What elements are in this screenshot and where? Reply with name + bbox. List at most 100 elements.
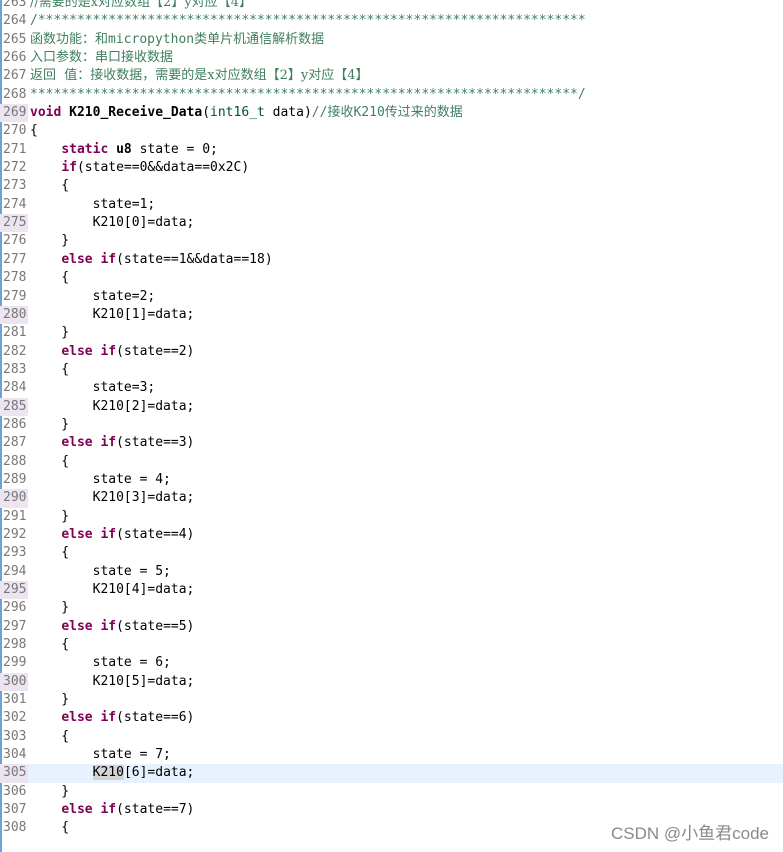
code-line[interactable]: 301 }	[0, 691, 783, 709]
code-line[interactable]: 274 state=1;	[0, 196, 783, 214]
code-line[interactable]: 263//需要的是x对应数组【2】y对应【4】	[0, 0, 783, 12]
code-text[interactable]: /***************************************…	[28, 12, 586, 30]
code-text[interactable]: {	[28, 361, 69, 379]
line-number: 280	[0, 305, 28, 325]
code-line[interactable]: 266 入口参数：串口接收数据	[0, 49, 783, 67]
code-line[interactable]: 303 {	[0, 728, 783, 746]
code-line[interactable]: 286 }	[0, 416, 783, 434]
code-area[interactable]: 263//需要的是x对应数组【2】y对应【4】 264/*************…	[0, 0, 783, 838]
code-text[interactable]: state = 7;	[28, 746, 171, 764]
code-text[interactable]: }	[28, 232, 69, 250]
code-line[interactable]: 293 {	[0, 544, 783, 562]
code-line[interactable]: 304 state = 7;	[0, 746, 783, 764]
code-text[interactable]: }	[28, 783, 69, 801]
code-line[interactable]: 299 state = 6;	[0, 654, 783, 672]
line-number: 290	[0, 489, 28, 508]
code-line[interactable]: 296 }	[0, 599, 783, 617]
code-text[interactable]: else if(state==6)	[28, 709, 194, 727]
code-text[interactable]: }	[28, 599, 69, 617]
code-line[interactable]: 283 {	[0, 361, 783, 379]
code-line[interactable]: 287 else if(state==3)	[0, 434, 783, 452]
code-text[interactable]: void K210_Receive_Data(int16_t data)//接收…	[28, 104, 463, 122]
code-line[interactable]: 295 K210[4]=data;	[0, 581, 783, 600]
code-line[interactable]: 281 }	[0, 324, 783, 342]
code-text[interactable]: {	[28, 453, 69, 471]
code-text[interactable]: K210[6]=data;	[28, 764, 194, 782]
code-line[interactable]: 268 *************************************…	[0, 86, 783, 104]
line-number: 275	[0, 214, 28, 233]
code-line[interactable]: 278 {	[0, 269, 783, 287]
code-text[interactable]: K210[1]=data;	[28, 306, 195, 324]
code-text[interactable]: {	[28, 544, 69, 562]
code-text[interactable]: }	[28, 416, 69, 434]
code-line[interactable]: 298 {	[0, 636, 783, 654]
line-number: 263	[3, 0, 27, 10]
code-line[interactable]: 292 else if(state==4)	[0, 526, 783, 544]
code-text[interactable]: state=2;	[28, 288, 156, 306]
code-line[interactable]: 273 {	[0, 177, 783, 195]
code-text[interactable]: else if(state==7)	[28, 801, 194, 819]
code-text[interactable]: state=3;	[28, 379, 156, 397]
code-text[interactable]: 函数功能：和micropython类单片机通信解析数据	[28, 31, 324, 49]
code-text[interactable]: 返回 值：接收数据，需要的是x对应数组【2】y对应【4】	[28, 67, 368, 85]
code-line[interactable]: 288 {	[0, 453, 783, 471]
code-line[interactable]: 264/************************************…	[0, 12, 783, 30]
code-line[interactable]: 297 else if(state==5)	[0, 618, 783, 636]
code-text[interactable]: state = 6;	[28, 654, 171, 672]
code-line[interactable]: 291 }	[0, 508, 783, 526]
code-text[interactable]: else if(state==5)	[28, 618, 194, 636]
code-line[interactable]: 284 state=3;	[0, 379, 783, 397]
line-number: 298	[3, 637, 27, 653]
code-text[interactable]: K210[2]=data;	[28, 398, 195, 416]
code-line[interactable]: 294 state = 5;	[0, 563, 783, 581]
code-text[interactable]: K210[0]=data;	[28, 214, 195, 232]
code-text[interactable]: {	[28, 728, 69, 746]
code-line[interactable]: 272 if(state==0&&data==0x2C)	[0, 159, 783, 177]
line-number: 269	[0, 104, 28, 123]
line-number: 287	[3, 435, 27, 451]
code-line[interactable]: 307 else if(state==7)	[0, 801, 783, 819]
code-line[interactable]: 306 }	[0, 783, 783, 801]
code-text[interactable]: }	[28, 324, 69, 342]
code-line[interactable]: 269 void K210_Receive_Data(int16_t data)/…	[0, 104, 783, 123]
code-text[interactable]: {	[28, 819, 69, 837]
code-text[interactable]: }	[28, 508, 69, 526]
code-text[interactable]: else if(state==2)	[28, 343, 194, 361]
code-text[interactable]: else if(state==1&&data==18)	[28, 251, 272, 269]
code-text[interactable]: {	[28, 636, 69, 654]
code-line[interactable]: 277 else if(state==1&&data==18)	[0, 251, 783, 269]
code-text[interactable]: static u8 state = 0;	[28, 141, 218, 159]
code-line[interactable]: 265 函数功能：和micropython类单片机通信解析数据	[0, 31, 783, 49]
code-text[interactable]: ****************************************…	[28, 86, 586, 104]
code-text[interactable]: }	[28, 691, 69, 709]
code-line[interactable]: 289 state = 4;	[0, 471, 783, 489]
code-text[interactable]: K210[3]=data;	[28, 489, 195, 507]
code-text[interactable]: {	[28, 177, 69, 195]
code-text[interactable]: else if(state==4)	[28, 526, 194, 544]
code-line[interactable]: 279 state=2;	[0, 288, 783, 306]
code-line[interactable]: 270{	[0, 122, 783, 140]
code-text[interactable]: state = 4;	[28, 471, 171, 489]
code-line[interactable]: 302 else if(state==6)	[0, 709, 783, 727]
code-editor[interactable]: 263//需要的是x对应数组【2】y对应【4】 264/*************…	[0, 0, 783, 852]
code-text[interactable]: K210[4]=data;	[28, 581, 195, 599]
code-line[interactable]: 280 K210[1]=data;	[0, 305, 783, 325]
code-line[interactable]: 282 else if(state==2)	[0, 343, 783, 361]
code-line[interactable]: 305 K210[6]=data;	[0, 764, 783, 783]
code-line[interactable]: 267 返回 值：接收数据，需要的是x对应数组【2】y对应【4】	[0, 67, 783, 85]
code-line[interactable]: 276 }	[0, 232, 783, 250]
code-line[interactable]: 285 K210[2]=data;	[0, 397, 783, 416]
code-text[interactable]: K210[5]=data;	[28, 673, 195, 691]
code-line[interactable]: 290 K210[3]=data;	[0, 489, 783, 508]
code-text[interactable]: {	[28, 122, 38, 140]
code-line[interactable]: 275 K210[0]=data;	[0, 214, 783, 233]
code-text[interactable]: {	[28, 269, 69, 287]
code-text[interactable]: state = 5;	[28, 563, 171, 581]
code-text[interactable]: state=1;	[28, 196, 156, 214]
code-text[interactable]: //需要的是x对应数组【2】y对应【4】	[28, 0, 252, 12]
code-line[interactable]: 300 K210[5]=data;	[0, 672, 783, 692]
code-text[interactable]: 入口参数：串口接收数据	[28, 49, 173, 67]
code-text[interactable]: else if(state==3)	[28, 434, 194, 452]
code-text[interactable]: if(state==0&&data==0x2C)	[28, 159, 249, 177]
code-line[interactable]: 271 static u8 state = 0;	[0, 141, 783, 159]
